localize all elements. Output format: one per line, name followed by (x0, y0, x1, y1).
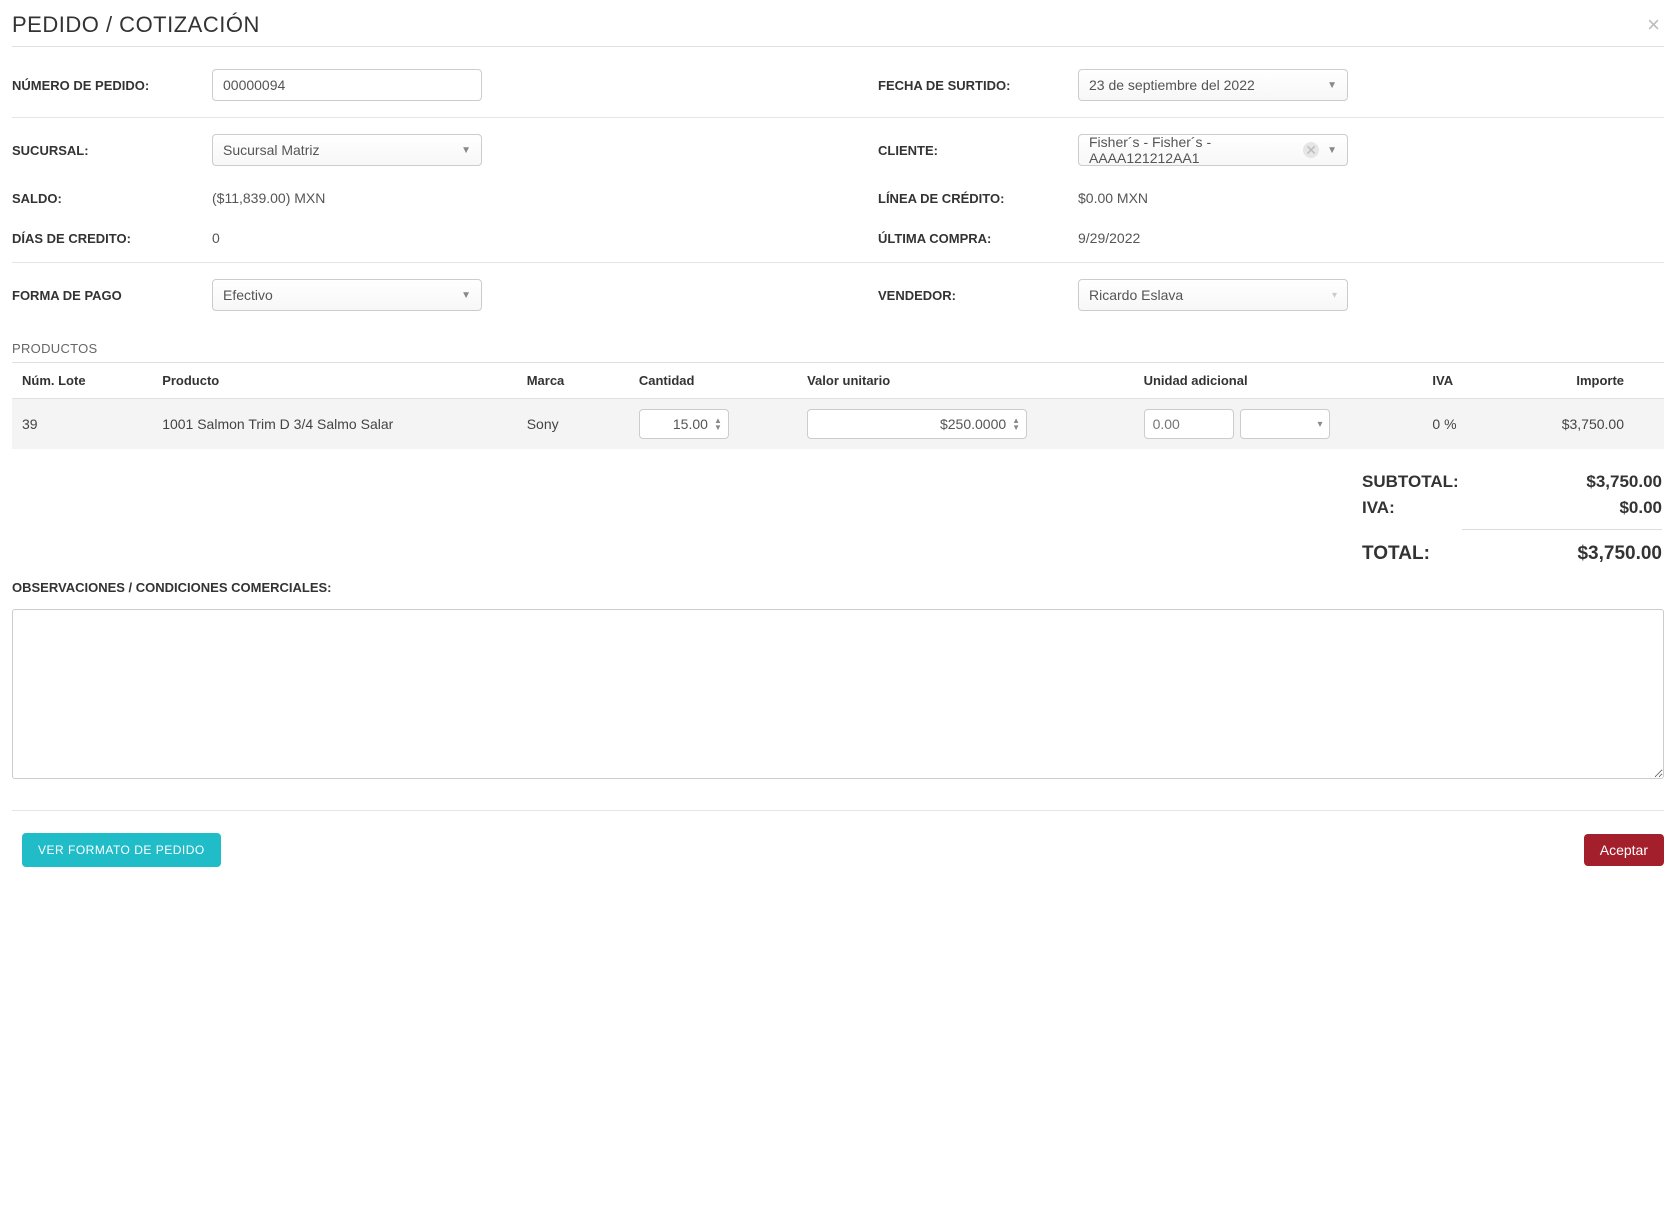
divider (12, 117, 1664, 118)
dias-credito-value: 0 (212, 230, 798, 246)
label-ultima-compra: ÚLTIMA COMPRA: (878, 231, 1078, 246)
vendedor-value: Ricardo Eslava (1089, 287, 1183, 303)
fecha-surtido-value: 23 de septiembre del 2022 (1089, 77, 1255, 93)
label-dias-credito: DÍAS DE CREDITO: (12, 231, 212, 246)
th-cantidad: Cantidad (629, 363, 797, 399)
linea-credito-value: $0.00 MXN (1078, 190, 1664, 206)
cell-iva: 0 % (1422, 399, 1506, 450)
th-marca: Marca (517, 363, 629, 399)
th-unidad-adicional: Unidad adicional (1134, 363, 1423, 399)
ver-formato-button[interactable]: VER FORMATO DE PEDIDO (22, 833, 221, 867)
cell-marca: Sony (517, 399, 629, 450)
chevron-down-icon: ▾ (1318, 419, 1323, 430)
label-linea-credito: LÍNEA DE CRÉDITO: (878, 191, 1078, 206)
chevron-down-icon: ▼ (1327, 145, 1337, 156)
divider (12, 262, 1664, 263)
label-sucursal: SUCURSAL: (12, 143, 212, 158)
observaciones-textarea[interactable] (12, 609, 1664, 779)
th-importe: Importe (1507, 363, 1665, 399)
label-saldo: SALDO: (12, 191, 212, 206)
cliente-value: Fisher´s - Fisher´s - AAAA121212AA1 (1089, 134, 1303, 166)
spinner-icon[interactable]: ▲▼ (1012, 417, 1020, 431)
unidad-adicional-select[interactable]: ▾ (1240, 409, 1330, 439)
unidad-adicional-input[interactable] (1144, 409, 1234, 439)
label-cliente: CLIENTE: (878, 143, 1078, 158)
chevron-down-icon: ▼ (1327, 80, 1337, 91)
totals-divider (1462, 529, 1662, 530)
cantidad-value: 15.00 (646, 416, 714, 432)
sucursal-value: Sucursal Matriz (223, 142, 319, 158)
aceptar-button[interactable]: Aceptar (1584, 834, 1664, 866)
chevron-down-icon: ▾ (1332, 290, 1337, 301)
ultima-compra-value: 9/29/2022 (1078, 230, 1664, 246)
subtotal-value: $3,750.00 (1586, 472, 1662, 492)
page-title: PEDIDO / COTIZACIÓN (12, 12, 260, 38)
productos-label: PRODUCTOS (12, 341, 1664, 356)
products-table: Núm. Lote Producto Marca Cantidad Valor … (12, 362, 1664, 449)
cell-importe: $3,750.00 (1507, 399, 1665, 450)
sucursal-select[interactable]: Sucursal Matriz ▼ (212, 134, 482, 166)
chevron-down-icon: ▼ (461, 145, 471, 156)
label-numero-pedido: NÚMERO DE PEDIDO: (12, 78, 212, 93)
spinner-icon[interactable]: ▲▼ (714, 417, 722, 431)
cell-producto: 1001 Salmon Trim D 3/4 Salmo Salar (152, 399, 517, 450)
close-icon[interactable]: × (1643, 12, 1664, 38)
table-row: 39 1001 Salmon Trim D 3/4 Salmo Salar So… (12, 399, 1664, 450)
th-producto: Producto (152, 363, 517, 399)
valor-unitario-input[interactable]: $250.0000 ▲▼ (807, 409, 1027, 439)
cliente-select[interactable]: Fisher´s - Fisher´s - AAAA121212AA1 ✕ ▼ (1078, 134, 1348, 166)
cell-num-lote: 39 (12, 399, 152, 450)
clear-icon[interactable]: ✕ (1303, 142, 1319, 158)
subtotal-label: SUBTOTAL: (1362, 472, 1459, 492)
th-valor-unitario: Valor unitario (797, 363, 1133, 399)
cantidad-input[interactable]: 15.00 ▲▼ (639, 409, 729, 439)
label-fecha-surtido: FECHA DE SURTIDO: (878, 78, 1078, 93)
th-num-lote: Núm. Lote (12, 363, 152, 399)
vendedor-select[interactable]: Ricardo Eslava ▾ (1078, 279, 1348, 311)
fecha-surtido-select[interactable]: 23 de septiembre del 2022 ▼ (1078, 69, 1348, 101)
label-forma-pago: FORMA DE PAGO (12, 288, 212, 303)
observaciones-label: OBSERVACIONES / CONDICIONES COMERCIALES: (12, 580, 1664, 595)
iva-value: $0.00 (1619, 498, 1662, 518)
label-vendedor: VENDEDOR: (878, 288, 1078, 303)
total-label: TOTAL: (1362, 543, 1430, 565)
forma-pago-select[interactable]: Efectivo ▼ (212, 279, 482, 311)
forma-pago-value: Efectivo (223, 287, 273, 303)
saldo-value: ($11,839.00) MXN (212, 190, 798, 206)
th-iva: IVA (1422, 363, 1506, 399)
total-value: $3,750.00 (1577, 543, 1662, 565)
chevron-down-icon: ▼ (461, 290, 471, 301)
numero-pedido-input[interactable] (212, 69, 482, 101)
iva-label: IVA: (1362, 498, 1395, 518)
valor-unitario-value: $250.0000 (814, 416, 1012, 432)
